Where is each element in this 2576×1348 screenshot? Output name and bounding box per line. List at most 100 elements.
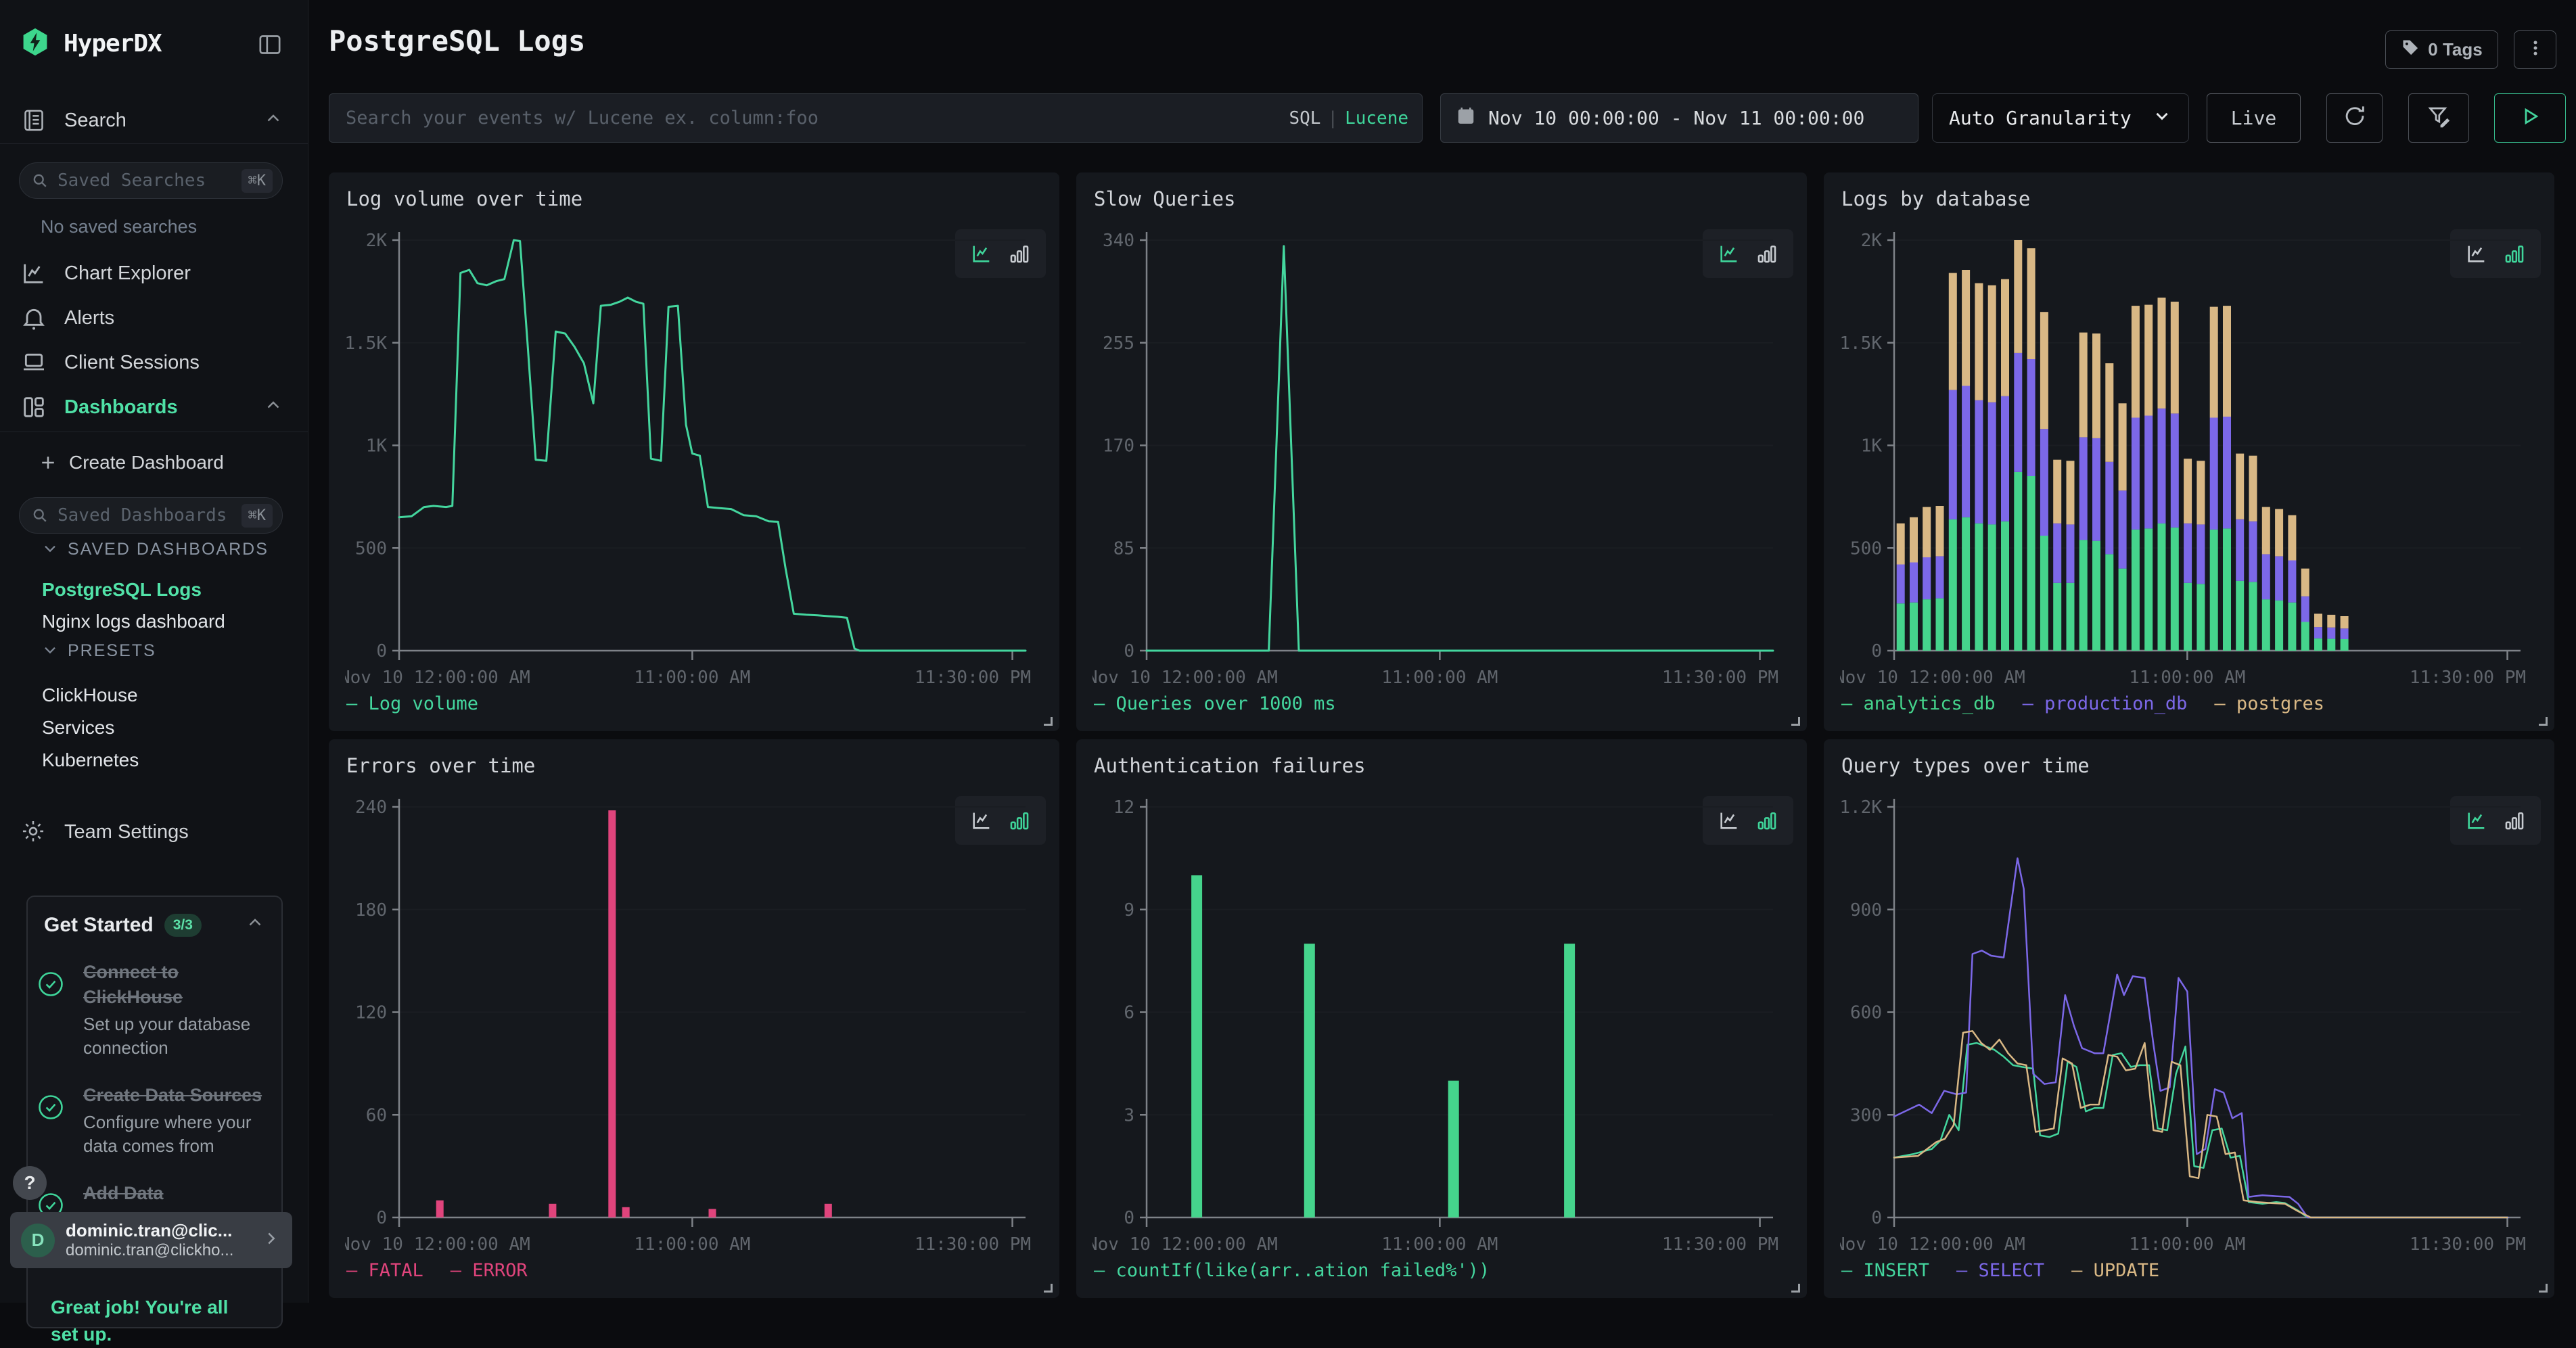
sidebar-item-label: Team Settings (64, 821, 189, 843)
chart-card-query-types: Query types over time1.2K9006003000Nov 1… (1824, 739, 2554, 1298)
svg-text:0: 0 (376, 1208, 387, 1228)
live-button[interactable]: Live (2207, 93, 2301, 143)
svg-text:11:30:00 PM: 11:30:00 PM (915, 668, 1031, 688)
sidebar-item-label: Client Sessions (64, 352, 200, 374)
user-menu[interactable]: D dominic.tran@clic... dominic.tran@clic… (10, 1212, 292, 1268)
time-range-value: Nov 10 00:00:00 - Nov 11 00:00:00 (1488, 107, 1864, 129)
get-started-step[interactable]: Create Data Sources Configure where your… (44, 1083, 265, 1158)
sidebar-item-team-settings[interactable]: Team Settings (0, 814, 308, 850)
chart-canvas[interactable]: 240180120600Nov 10 12:00:00 AM11:00:00 A… (345, 783, 1043, 1256)
step-description: Set up your database connection (83, 1013, 265, 1060)
collapse-sidebar-icon[interactable] (256, 31, 283, 62)
main-content: PostgreSQL Logs 0 Tags SQL|Lucene Nov 10… (308, 0, 2576, 1303)
legend-entry: — countIf(like(arr..ation failed%')) (1094, 1260, 1490, 1281)
chart-card-slow-queries: Slow Queries 340255170850Nov 10 12:00:00 … (1076, 172, 1807, 731)
resize-handle[interactable] (1791, 717, 1800, 726)
legend-entry: — Log volume (346, 693, 478, 714)
chart-canvas[interactable]: 2K1.5K1K5000Nov 10 12:00:00 AM11:00:00 A… (1840, 216, 2538, 689)
sql-mode-button[interactable]: SQL (1289, 108, 1320, 129)
saved-dashboards-input[interactable]: ⌘K (19, 497, 283, 534)
sidebar-link-services[interactable]: Services (42, 717, 114, 739)
chart-canvas[interactable]: 1.2K9006003000Nov 10 12:00:00 AM11:00:00… (1840, 783, 2538, 1256)
step-description: Configure where your data comes from (83, 1111, 265, 1158)
run-query-button[interactable] (2494, 93, 2566, 143)
svg-text:180: 180 (355, 900, 387, 921)
sidebar-item-dashboards[interactable]: Dashboards (0, 390, 308, 425)
laptop-icon (20, 349, 47, 376)
granularity-select[interactable]: Auto Granularity (1932, 93, 2189, 143)
filter-edit-icon (2426, 103, 2452, 133)
chart-canvas[interactable]: 129630Nov 10 12:00:00 AM11:00:00 AM11:30… (1092, 783, 1791, 1256)
chart-card-errors-over-time: Errors over time240180120600Nov 10 12:00… (329, 739, 1059, 1298)
svg-text:1K: 1K (366, 436, 388, 457)
resize-handle[interactable] (1791, 1284, 1800, 1293)
saved-searches-field[interactable] (58, 170, 242, 191)
svg-text:900: 900 (1850, 900, 1882, 921)
resize-handle[interactable] (1044, 1284, 1053, 1293)
chart-title: Authentication failures (1094, 754, 1366, 777)
sidebar-item-chart-explorer[interactable]: Chart Explorer (0, 256, 308, 291)
saved-dashboards-field[interactable] (58, 505, 242, 526)
brand: HyperDX (20, 27, 162, 60)
refresh-button[interactable] (2326, 93, 2383, 143)
svg-text:85: 85 (1113, 538, 1134, 559)
chart-canvas[interactable]: 340255170850Nov 10 12:00:00 AM11:00:00 A… (1092, 216, 1791, 689)
chevron-up-icon (263, 109, 283, 133)
chart-title: Slow Queries (1094, 187, 1236, 210)
step-title: Add Data (83, 1181, 265, 1206)
create-dashboard-label: Create Dashboard (69, 452, 224, 473)
user-name: dominic.tran@clic... (66, 1220, 233, 1241)
svg-text:3: 3 (1124, 1105, 1134, 1125)
filter-button[interactable] (2408, 93, 2469, 143)
get-started-step[interactable]: Connect to ClickHouse Set up your databa… (44, 960, 265, 1060)
lucene-mode-button[interactable]: Lucene (1345, 108, 1408, 129)
svg-text:500: 500 (355, 538, 387, 559)
svg-text:11:00:00 AM: 11:00:00 AM (2129, 668, 2245, 688)
tag-icon (2401, 38, 2420, 62)
page-title: PostgreSQL Logs (329, 24, 585, 57)
sidebar-link-postgresql-logs[interactable]: PostgreSQL Logs (42, 579, 202, 601)
sidebar-item-client-sessions[interactable]: Client Sessions (0, 345, 308, 380)
legend-entry: — ERROR (451, 1260, 528, 1281)
resize-handle[interactable] (1044, 717, 1053, 726)
shortcut-badge: ⌘K (242, 504, 273, 528)
section-label: PRESETS (68, 641, 156, 661)
sidebar-item-label: Alerts (64, 307, 114, 329)
tags-button[interactable]: 0 Tags (2385, 30, 2498, 69)
sidebar-link-clickhouse[interactable]: ClickHouse (42, 684, 138, 706)
legend-entry: — FATAL (346, 1260, 423, 1281)
svg-text:340: 340 (1103, 231, 1134, 251)
event-search-bar[interactable]: SQL|Lucene (329, 93, 1423, 143)
svg-text:1.2K: 1.2K (1840, 797, 1882, 818)
dashboard-menu-button[interactable] (2514, 30, 2556, 69)
svg-text:500: 500 (1850, 538, 1882, 559)
search-input[interactable] (346, 108, 1289, 129)
svg-text:240: 240 (355, 797, 387, 818)
chart-explorer-icon (20, 260, 47, 287)
sidebar-link-kubernetes[interactable]: Kubernetes (42, 749, 139, 771)
create-dashboard-button[interactable]: Create Dashboard (0, 445, 308, 480)
chart-legend: — countIf(like(arr..ation failed%')) (1094, 1260, 1490, 1281)
chart-title: Errors over time (346, 754, 535, 777)
search-icon (30, 171, 49, 190)
svg-text:2K: 2K (366, 231, 388, 251)
refresh-icon (2342, 103, 2368, 133)
resize-handle[interactable] (2539, 1284, 2548, 1293)
saved-searches-input[interactable]: ⌘K (19, 162, 283, 199)
sidebar-link-nginx-dashboard[interactable]: Nginx logs dashboard (42, 611, 225, 632)
svg-text:11:00:00 AM: 11:00:00 AM (1381, 1234, 1498, 1255)
chevron-down-icon (2152, 106, 2172, 131)
help-button[interactable]: ? (13, 1166, 47, 1200)
legend-entry: — UPDATE (2071, 1260, 2159, 1281)
time-range-picker[interactable]: Nov 10 00:00:00 - Nov 11 00:00:00 (1440, 93, 1918, 143)
chart-title: Query types over time (1841, 754, 2090, 777)
sidebar-item-alerts[interactable]: Alerts (0, 300, 308, 335)
sidebar-item-label: Search (64, 110, 127, 132)
brand-name: HyperDX (64, 30, 162, 57)
chart-canvas[interactable]: 2K1.5K1K5000Nov 10 12:00:00 AM11:00:00 A… (345, 216, 1043, 689)
sidebar-item-search[interactable]: Search (0, 103, 308, 138)
resize-handle[interactable] (2539, 717, 2548, 726)
svg-text:2K: 2K (1861, 231, 1883, 251)
chart-legend: — analytics_db— production_db— postgres (1841, 693, 2324, 714)
chevron-up-icon[interactable] (245, 913, 265, 937)
